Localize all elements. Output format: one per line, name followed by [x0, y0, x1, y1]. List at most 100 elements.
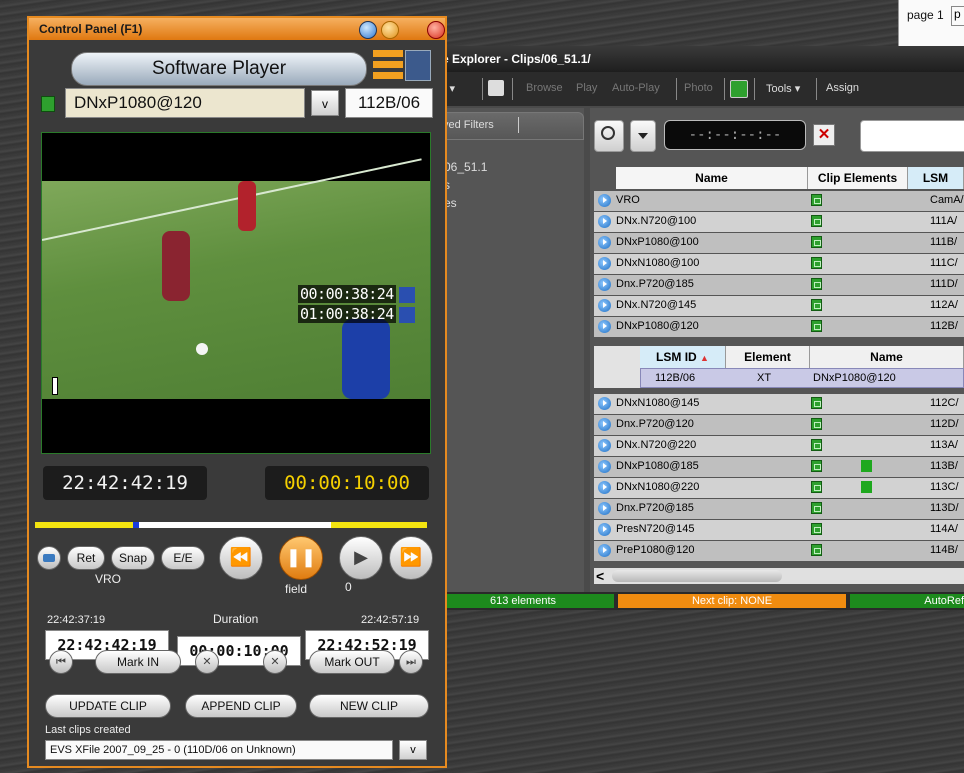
auto-play-button[interactable]: Auto-Play: [612, 82, 660, 94]
minimize-icon[interactable]: [359, 21, 377, 39]
append-clip-button[interactable]: APPEND CLIP: [185, 694, 297, 718]
saved-filters-tab[interactable]: ved Filters: [430, 112, 584, 140]
table-row[interactable]: DNxP1080@120 112B/: [594, 317, 964, 337]
table-row[interactable]: DNxP1080@185 113B/: [594, 457, 964, 477]
clip-element-icon[interactable]: [811, 257, 822, 269]
expand-row-icon[interactable]: [598, 481, 611, 494]
table-row[interactable]: DNx.N720@220 113A/: [594, 436, 964, 456]
clip-element-icon[interactable]: [811, 236, 822, 248]
col-lsm[interactable]: LSM: [908, 167, 964, 189]
col-name[interactable]: Name: [616, 167, 808, 189]
clip-element-icon[interactable]: [811, 299, 822, 311]
search-options-dropdown[interactable]: [630, 120, 656, 152]
col-sub-name[interactable]: Name: [810, 346, 964, 368]
clip-element-icon[interactable]: [811, 215, 822, 227]
player-name-button[interactable]: Software Player: [71, 52, 367, 86]
table-row[interactable]: DNx.N720@145 112A/: [594, 296, 964, 316]
clip-element-icon[interactable]: [811, 523, 822, 535]
expand-row-icon[interactable]: [598, 215, 611, 228]
clip-progress-bar[interactable]: [35, 522, 427, 528]
maximize-icon[interactable]: [381, 21, 399, 39]
table-row[interactable]: VRO CamA/: [594, 191, 964, 211]
clip-element-icon[interactable]: [811, 502, 822, 514]
clear-search-button[interactable]: ✕: [813, 124, 835, 146]
clip-id-field[interactable]: 112B/06: [345, 88, 433, 118]
table-row[interactable]: DNxN1080@100 111C/: [594, 254, 964, 274]
expand-row-icon[interactable]: [598, 460, 611, 473]
table-row[interactable]: Dnx.P720@185 111D/: [594, 275, 964, 295]
clip-element-icon[interactable]: [811, 320, 822, 332]
print-icon[interactable]: [488, 80, 504, 96]
expand-row-icon[interactable]: [598, 320, 611, 333]
expand-row-icon[interactable]: [598, 502, 611, 515]
col-lsm-id[interactable]: LSM ID ▲: [640, 346, 726, 368]
update-clip-button[interactable]: UPDATE CLIP: [45, 694, 171, 718]
scrollbar-thumb[interactable]: [612, 570, 782, 582]
last-clips-dropdown[interactable]: v: [399, 740, 427, 760]
expand-row-icon[interactable]: [598, 236, 611, 249]
clip-element-icon[interactable]: [861, 460, 872, 472]
text-search-input[interactable]: [860, 120, 964, 152]
horizontal-scrollbar[interactable]: <: [594, 568, 964, 584]
col-element[interactable]: Element: [726, 346, 810, 368]
go-to-in-button[interactable]: ⏮: [49, 650, 73, 674]
expand-row-icon[interactable]: [598, 544, 611, 557]
clear-out-button[interactable]: ✕: [263, 650, 287, 674]
playhead-marker[interactable]: [133, 522, 139, 528]
clip-element-icon[interactable]: [811, 397, 822, 409]
table-row[interactable]: PresN720@145 114A/: [594, 520, 964, 540]
layout-toggle-icon[interactable]: [373, 48, 433, 88]
video-monitor[interactable]: 00:00:38:24 01:00:38:24: [41, 132, 431, 454]
clip-element-icon[interactable]: [811, 439, 822, 451]
table-row[interactable]: Dnx.P720@185 113D/: [594, 499, 964, 519]
expand-row-icon[interactable]: [598, 299, 611, 312]
play-button[interactable]: Play: [576, 82, 597, 94]
photo-button[interactable]: Photo: [684, 82, 713, 94]
table-row[interactable]: PreP1080@120 114B/: [594, 541, 964, 561]
search-button[interactable]: [594, 120, 624, 152]
ret-button[interactable]: Ret: [67, 546, 105, 570]
assign-button[interactable]: Assign: [826, 82, 859, 94]
expand-row-icon[interactable]: [598, 523, 611, 536]
clip-element-icon[interactable]: [811, 460, 822, 472]
clip-dropdown-button[interactable]: v: [311, 90, 339, 116]
snap-button[interactable]: Snap: [111, 546, 155, 570]
pause-button[interactable]: ❚❚: [279, 536, 323, 580]
clip-element-icon[interactable]: [861, 481, 872, 493]
table-row[interactable]: Dnx.P720@120 112D/: [594, 415, 964, 435]
expand-row-icon[interactable]: [598, 397, 611, 410]
clip-element-icon[interactable]: [811, 278, 822, 290]
refresh-icon[interactable]: [730, 80, 748, 98]
snapshot-button[interactable]: [37, 546, 61, 570]
tree-item-folder[interactable]: 06_51.1: [444, 160, 487, 174]
clip-element-icon[interactable]: [811, 544, 822, 556]
expand-row-icon[interactable]: [598, 194, 611, 207]
clip-element-icon[interactable]: [811, 194, 822, 206]
timecode-search-input[interactable]: --:--:--:--: [664, 120, 806, 150]
table-row[interactable]: DNxP1080@100 111B/: [594, 233, 964, 253]
clip-element-icon[interactable]: [811, 418, 822, 430]
browse-button[interactable]: Browse: [526, 82, 563, 94]
new-clip-button[interactable]: NEW CLIP: [309, 694, 429, 718]
clip-name-field[interactable]: DNxP1080@120: [65, 88, 305, 118]
page-tab[interactable]: page 1 p: [898, 0, 964, 46]
page-tab-label[interactable]: page 1: [907, 8, 944, 22]
table-row[interactable]: DNxN1080@145 112C/: [594, 394, 964, 414]
clip-element-icon[interactable]: [811, 481, 822, 493]
fast-forward-button[interactable]: ⏩: [389, 536, 433, 580]
ee-button[interactable]: E/E: [161, 546, 205, 570]
expand-row-icon[interactable]: [598, 439, 611, 452]
table-row[interactable]: DNx.N720@100 111A/: [594, 212, 964, 232]
table-row[interactable]: DNxN1080@220 113C/: [594, 478, 964, 498]
subtable-row[interactable]: 112B/06 XT DNxP1080@120: [640, 368, 964, 388]
expand-row-icon[interactable]: [598, 278, 611, 291]
expand-row-icon[interactable]: [598, 257, 611, 270]
col-clip-elements[interactable]: Clip Elements: [808, 167, 908, 189]
mark-out-button[interactable]: Mark OUT: [309, 650, 395, 674]
page-tab-next[interactable]: p: [951, 6, 964, 26]
scroll-left-icon[interactable]: <: [596, 568, 604, 584]
clear-in-button[interactable]: ✕: [195, 650, 219, 674]
expand-row-icon[interactable]: [598, 418, 611, 431]
mark-in-button[interactable]: Mark IN: [95, 650, 181, 674]
play-button-cp[interactable]: ▶: [339, 536, 383, 580]
